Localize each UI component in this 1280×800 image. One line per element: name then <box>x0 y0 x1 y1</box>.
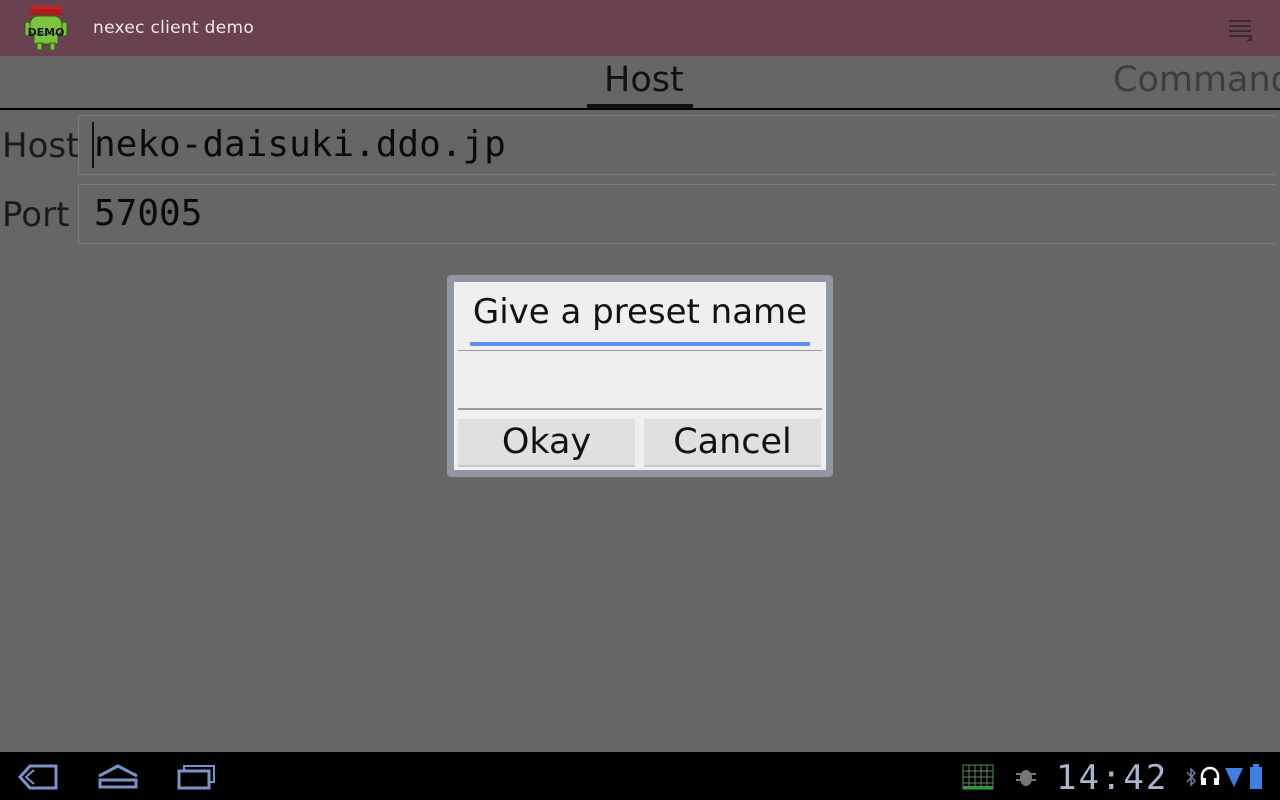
clock[interactable]: 14:42 <box>1056 758 1168 798</box>
bluetooth-icon[interactable] <box>1185 766 1197 788</box>
headset-icon[interactable] <box>1199 766 1221 788</box>
wifi-icon[interactable] <box>1224 766 1244 788</box>
demo-android-icon[interactable]: DEMO <box>24 6 68 50</box>
host-label: Host <box>2 126 80 166</box>
port-label: Port <box>2 195 70 235</box>
cancel-button[interactable]: Cancel <box>644 419 821 467</box>
battery-icon[interactable] <box>1249 764 1263 790</box>
okay-button[interactable]: Okay <box>458 419 635 467</box>
dialog-title-divider <box>470 342 810 346</box>
system-bar: 14:42 <box>0 752 1280 800</box>
port-input-value[interactable]: 57005 <box>94 193 202 234</box>
tab-command[interactable]: Command <box>1113 60 1280 100</box>
grid-icon[interactable] <box>962 764 994 790</box>
host-input-value[interactable]: neko-daisuki.ddo.jp <box>94 124 506 165</box>
action-bar: DEMO nexec client demo <box>0 0 1280 56</box>
preset-name-input[interactable] <box>458 350 822 410</box>
tab-bar: Host Command <box>0 56 1280 110</box>
app-title: nexec client demo <box>93 18 255 38</box>
bug-icon[interactable] <box>1014 766 1038 788</box>
home-icon[interactable] <box>96 764 140 790</box>
dialog-title: Give a preset name <box>472 292 808 332</box>
recent-apps-icon[interactable] <box>176 764 218 790</box>
preset-name-dialog: Give a preset name Okay Cancel <box>454 282 826 470</box>
port-input[interactable] <box>78 184 1276 244</box>
text-cursor <box>92 122 94 168</box>
tab-host-indicator <box>587 104 693 108</box>
demo-icon-text: DEMO <box>28 26 65 39</box>
back-icon[interactable] <box>18 764 58 790</box>
menu-overflow-icon[interactable] <box>1228 17 1252 41</box>
tab-host[interactable]: Host <box>604 60 684 100</box>
